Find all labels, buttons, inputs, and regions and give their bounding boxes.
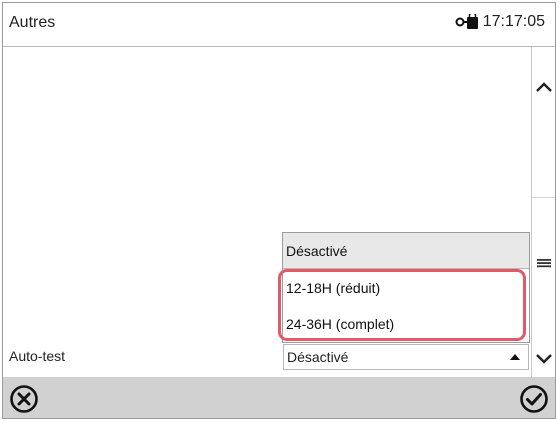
scroll-up-button[interactable]: [532, 75, 555, 99]
circle-check-icon: [520, 385, 548, 413]
auto-test-label: Auto-test: [9, 348, 66, 364]
chevron-down-icon: [536, 354, 552, 364]
clock-time: 17:17:05: [482, 13, 545, 30]
status-area: 17:17:05: [455, 11, 545, 31]
circle-x-icon: [10, 385, 38, 413]
auto-test-select[interactable]: Désactivé: [283, 344, 529, 370]
scroll-down-button[interactable]: [532, 347, 555, 371]
dropdown-option-disabled[interactable]: Désactivé: [283, 233, 529, 269]
dropdown-arrow-icon: [510, 354, 520, 360]
scroll-thumb[interactable]: [532, 197, 555, 328]
lock-key-icon: [455, 11, 479, 30]
chevron-up-icon: [536, 82, 552, 92]
footer-bar: [3, 378, 555, 418]
confirm-button[interactable]: [519, 384, 549, 414]
scrollbar[interactable]: [531, 47, 555, 377]
cancel-button[interactable]: [9, 384, 39, 414]
screen-frame: Autres 17:17:05 Désactivé 12-18H (réduit…: [2, 2, 556, 419]
menu-lines-icon: [537, 259, 551, 268]
page-title: Autres: [9, 14, 56, 31]
dropdown-option-reduced[interactable]: 12-18H (réduit): [283, 270, 529, 306]
dropdown-option-complete[interactable]: 24-36H (complet): [283, 306, 529, 342]
header-bar: Autres 17:17:05: [3, 3, 555, 47]
auto-test-selected-value: Désactivé: [287, 349, 349, 365]
dropdown-list: Désactivé 12-18H (réduit) 24-36H (comple…: [282, 232, 530, 343]
